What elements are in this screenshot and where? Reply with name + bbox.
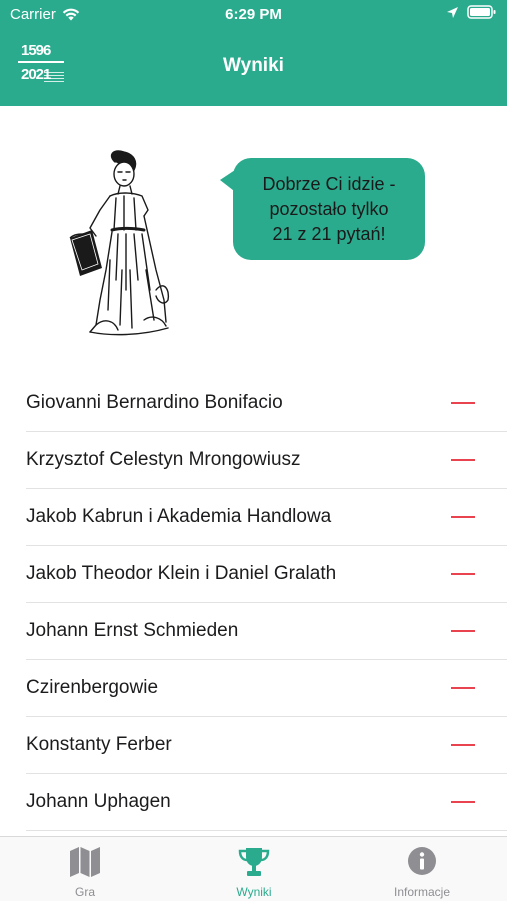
result-name: Jakob Theodor Klein i Daniel Gralath xyxy=(26,563,337,584)
result-name: Johann Ernst Schmieden xyxy=(26,620,239,641)
tab-label: Wyniki xyxy=(236,885,272,899)
speech-bubble: Dobrze Ci idzie - pozostało tylko 21 z 2… xyxy=(233,158,425,260)
tab-label: Informacje xyxy=(393,885,451,899)
status-time: 6:29 PM xyxy=(225,6,282,23)
tab-bar: Gra Wyniki Informacje xyxy=(0,836,507,901)
result-name: Czirenbergowie xyxy=(26,677,159,698)
result-name: Johann Uphagen xyxy=(26,791,171,812)
map-icon xyxy=(70,847,100,877)
list-item[interactable]: Konstanty Ferber xyxy=(26,717,507,774)
speech-bubble-line: Dobrze Ci idzie - xyxy=(262,174,396,194)
list-item[interactable]: Krzysztof Celestyn Mrongowiusz xyxy=(26,432,507,489)
unanswered-dash xyxy=(451,573,475,575)
result-name: Giovanni Bernardino Bonifacio xyxy=(26,392,283,413)
unanswered-dash xyxy=(451,630,475,632)
unanswered-dash xyxy=(451,801,475,803)
results-list: Giovanni Bernardino Bonifacio Krzysztof … xyxy=(26,375,507,831)
unanswered-dash xyxy=(451,516,475,518)
list-item[interactable]: Giovanni Bernardino Bonifacio xyxy=(26,375,507,432)
location-arrow-icon xyxy=(447,6,458,18)
navigation-bar: 1596 2021 Wyniki xyxy=(0,30,507,106)
trophy-icon xyxy=(238,848,270,876)
status-bar: Carrier 6:29 PM xyxy=(0,0,507,30)
list-item[interactable]: Czirenbergowie xyxy=(26,660,507,717)
unanswered-dash xyxy=(451,459,475,461)
list-item[interactable]: Johann Ernst Schmieden xyxy=(26,603,507,660)
tab-wyniki[interactable]: Wyniki xyxy=(194,845,314,899)
info-icon xyxy=(408,847,436,875)
speech-bubble-line: pozostało tylko xyxy=(269,199,389,219)
speech-bubble-line: 21 z 21 pytań! xyxy=(272,224,386,244)
list-item[interactable]: Jakob Kabrun i Akademia Handlowa xyxy=(26,489,507,546)
tab-informacje[interactable]: Informacje xyxy=(362,845,482,899)
result-name: Krzysztof Celestyn Mrongowiusz xyxy=(26,449,301,470)
result-name: Konstanty Ferber xyxy=(26,734,172,755)
tab-label: Gra xyxy=(74,885,95,899)
scholar-figure-illustration xyxy=(69,150,170,336)
battery-icon xyxy=(467,5,496,19)
unanswered-dash xyxy=(451,744,475,746)
list-item[interactable]: Johann Uphagen xyxy=(26,774,507,831)
unanswered-dash xyxy=(451,687,475,689)
unanswered-dash xyxy=(451,402,475,404)
page-title: Wyniki xyxy=(223,55,284,76)
result-name: Jakob Kabrun i Akademia Handlowa xyxy=(26,506,332,527)
list-item[interactable]: Jakob Theodor Klein i Daniel Gralath xyxy=(26,546,507,603)
tab-gra[interactable]: Gra xyxy=(25,845,145,899)
